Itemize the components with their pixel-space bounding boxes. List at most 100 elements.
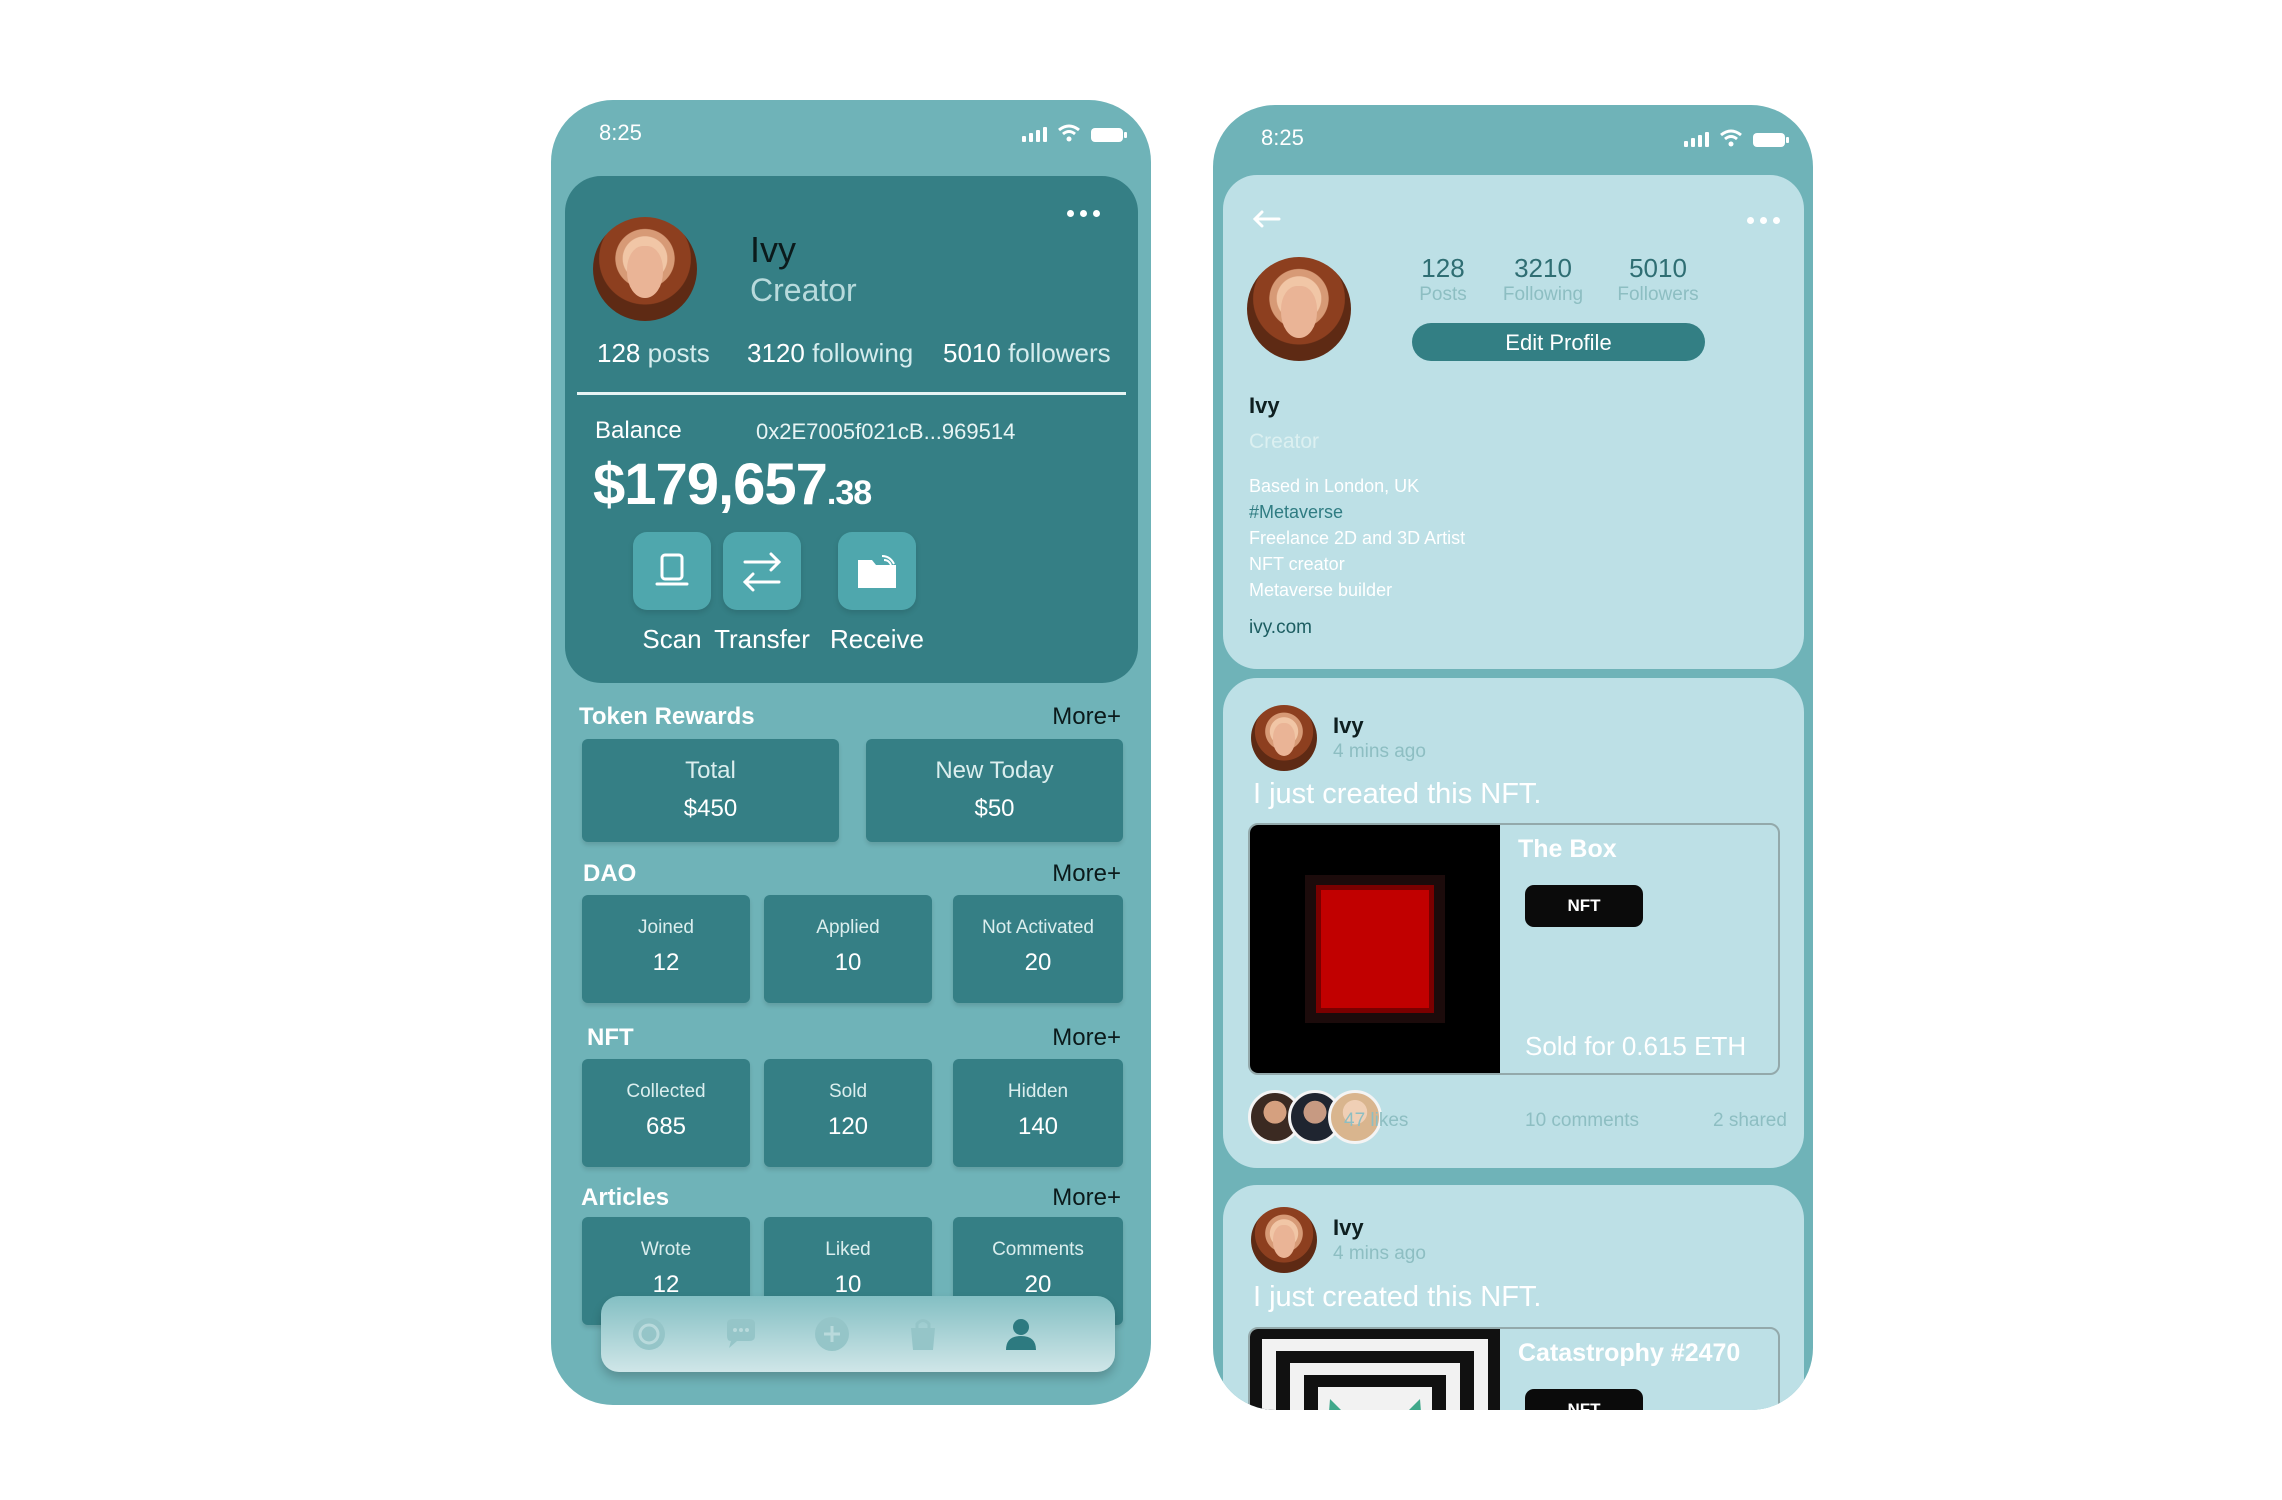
signal-icon: [1022, 127, 1047, 142]
post-time: 4 mins ago: [1333, 741, 1426, 762]
token-rewards-more-link[interactable]: More+: [1052, 703, 1121, 731]
following-label: following: [812, 338, 914, 368]
transfer-icon: [723, 532, 801, 610]
receive-folder-icon: [838, 532, 916, 610]
edit-profile-button[interactable]: Edit Profile: [1412, 323, 1705, 361]
stat-number: 3210: [1514, 253, 1572, 283]
dao-applied-tile[interactable]: Applied 10: [764, 895, 932, 1003]
posts-stat[interactable]: 128 posts: [597, 338, 710, 369]
nft-card[interactable]: The Box NFT Sold for 0.615 ETH: [1248, 823, 1780, 1075]
receive-label: Receive: [830, 624, 924, 654]
articles-more-link[interactable]: More+: [1052, 1184, 1121, 1212]
bio-line: Metaverse builder: [1249, 580, 1393, 600]
nft-title: The Box: [1518, 835, 1617, 863]
wifi-icon: [1720, 129, 1742, 147]
following-stat[interactable]: 3210 Following: [1493, 253, 1593, 306]
tile-label: New Today: [935, 757, 1054, 784]
dao-not-activated-tile[interactable]: Not Activated 20: [953, 895, 1123, 1003]
dao-more-link[interactable]: More+: [1052, 860, 1121, 888]
shared-count[interactable]: 2 shared: [1713, 1110, 1787, 1132]
tile-label: Applied: [816, 917, 880, 938]
posts-label: posts: [647, 338, 710, 368]
tile-label: Collected: [626, 1081, 706, 1102]
post-author-avatar[interactable]: [1251, 705, 1317, 771]
chat-icon[interactable]: [723, 1316, 759, 1352]
stat-number: 5010: [1629, 253, 1687, 283]
post-author[interactable]: Ivy: [1333, 1215, 1364, 1241]
transfer-button[interactable]: Transfer: [702, 532, 822, 655]
stat-label: Posts: [1419, 284, 1467, 305]
user-role: Creator: [750, 272, 857, 308]
followers-stat[interactable]: 5010 Followers: [1603, 253, 1713, 306]
nft-collected-tile[interactable]: Collected 685: [582, 1059, 750, 1167]
add-icon[interactable]: [814, 1316, 850, 1352]
wallet-address[interactable]: 0x2E7005f021cB...969514: [756, 419, 1015, 445]
wifi-icon: [1058, 124, 1080, 142]
token-total-tile[interactable]: Total $450: [582, 739, 839, 842]
tile-value: 10: [834, 1271, 862, 1298]
post-author[interactable]: Ivy: [1333, 713, 1364, 739]
tile-value: 140: [1017, 1113, 1059, 1140]
balance-cents: .38: [826, 474, 872, 512]
tile-value: 20: [1024, 949, 1052, 976]
tile-label: Joined: [638, 917, 694, 938]
bio-line: NFT creator: [1249, 554, 1345, 574]
back-arrow-icon[interactable]: [1251, 209, 1281, 229]
nft-image-the-box: [1250, 825, 1500, 1073]
profile-icon[interactable]: [1003, 1316, 1039, 1352]
nft-sold-tile[interactable]: Sold 120: [764, 1059, 932, 1167]
followers-stat[interactable]: 5010 followers: [943, 338, 1111, 369]
explore-icon[interactable]: [631, 1316, 667, 1352]
receive-button[interactable]: Receive: [817, 532, 937, 655]
tile-value: 120: [827, 1113, 869, 1140]
post-author-avatar[interactable]: [1251, 1207, 1317, 1273]
feed-post: Ivy 4 mins ago I just created this NFT. …: [1223, 1185, 1804, 1410]
nft-card[interactable]: Catastrophy #2470 NFT: [1248, 1327, 1780, 1410]
followers-count: 5010: [943, 338, 1001, 368]
nft-title: NFT: [587, 1024, 634, 1051]
scan-icon: [633, 532, 711, 610]
tile-value: 20: [1024, 1271, 1052, 1298]
profile-balance-card: Ivy Creator 128 posts 3120 following 501…: [565, 176, 1138, 683]
more-options-icon[interactable]: [1747, 217, 1780, 224]
tile-value: 12: [652, 1271, 680, 1298]
token-rewards-title: Token Rewards: [579, 703, 755, 730]
user-role: Creator: [1249, 430, 1320, 453]
public-profile-screen: 8:25 128 Posts 3210 Following 5010 Follo…: [1213, 105, 1813, 1410]
balance-amount: $179,657.38: [593, 451, 872, 518]
dao-joined-tile[interactable]: Joined 12: [582, 895, 750, 1003]
bio-line: Freelance 2D and 3D Artist: [1249, 528, 1466, 548]
nft-hidden-tile[interactable]: Hidden 140: [953, 1059, 1123, 1167]
tile-label: Not Activated: [982, 917, 1094, 938]
signal-icon: [1684, 132, 1709, 147]
status-bar: 8:25: [551, 100, 1151, 170]
nft-badge: NFT: [1525, 1389, 1643, 1410]
nft-title: Catastrophy #2470: [1518, 1339, 1741, 1367]
tile-value: 12: [652, 949, 680, 976]
nft-badge: NFT: [1525, 885, 1643, 927]
comments-count[interactable]: 10 comments: [1525, 1110, 1639, 1132]
post-text: I just created this NFT.: [1253, 778, 1542, 810]
balance-label: Balance: [595, 417, 682, 444]
shop-bag-icon[interactable]: [905, 1316, 941, 1352]
avatar[interactable]: [593, 217, 697, 321]
likes-count[interactable]: 47 likes: [1344, 1110, 1408, 1132]
stat-number: 128: [1421, 253, 1465, 283]
avatar[interactable]: [1247, 257, 1351, 361]
stat-label: Following: [1502, 284, 1584, 305]
tile-label: Total: [685, 757, 736, 784]
post-time: 4 mins ago: [1333, 1243, 1426, 1264]
feed-post: Ivy 4 mins ago I just created this NFT. …: [1223, 678, 1804, 1168]
profile-website-link[interactable]: ivy.com: [1249, 617, 1312, 639]
bio-hashtag[interactable]: #Metaverse: [1249, 502, 1343, 523]
profile-header-card: 128 Posts 3210 Following 5010 Followers …: [1223, 175, 1804, 669]
tile-value: $50: [974, 795, 1015, 822]
token-new-today-tile[interactable]: New Today $50: [866, 739, 1123, 842]
following-count: 3120: [747, 338, 805, 368]
nft-more-link[interactable]: More+: [1052, 1024, 1121, 1052]
more-options-icon[interactable]: [1067, 210, 1100, 217]
following-stat[interactable]: 3120 following: [747, 338, 913, 369]
status-time: 8:25: [1261, 125, 1304, 150]
posts-stat[interactable]: 128 Posts: [1408, 253, 1478, 306]
divider: [577, 392, 1126, 395]
